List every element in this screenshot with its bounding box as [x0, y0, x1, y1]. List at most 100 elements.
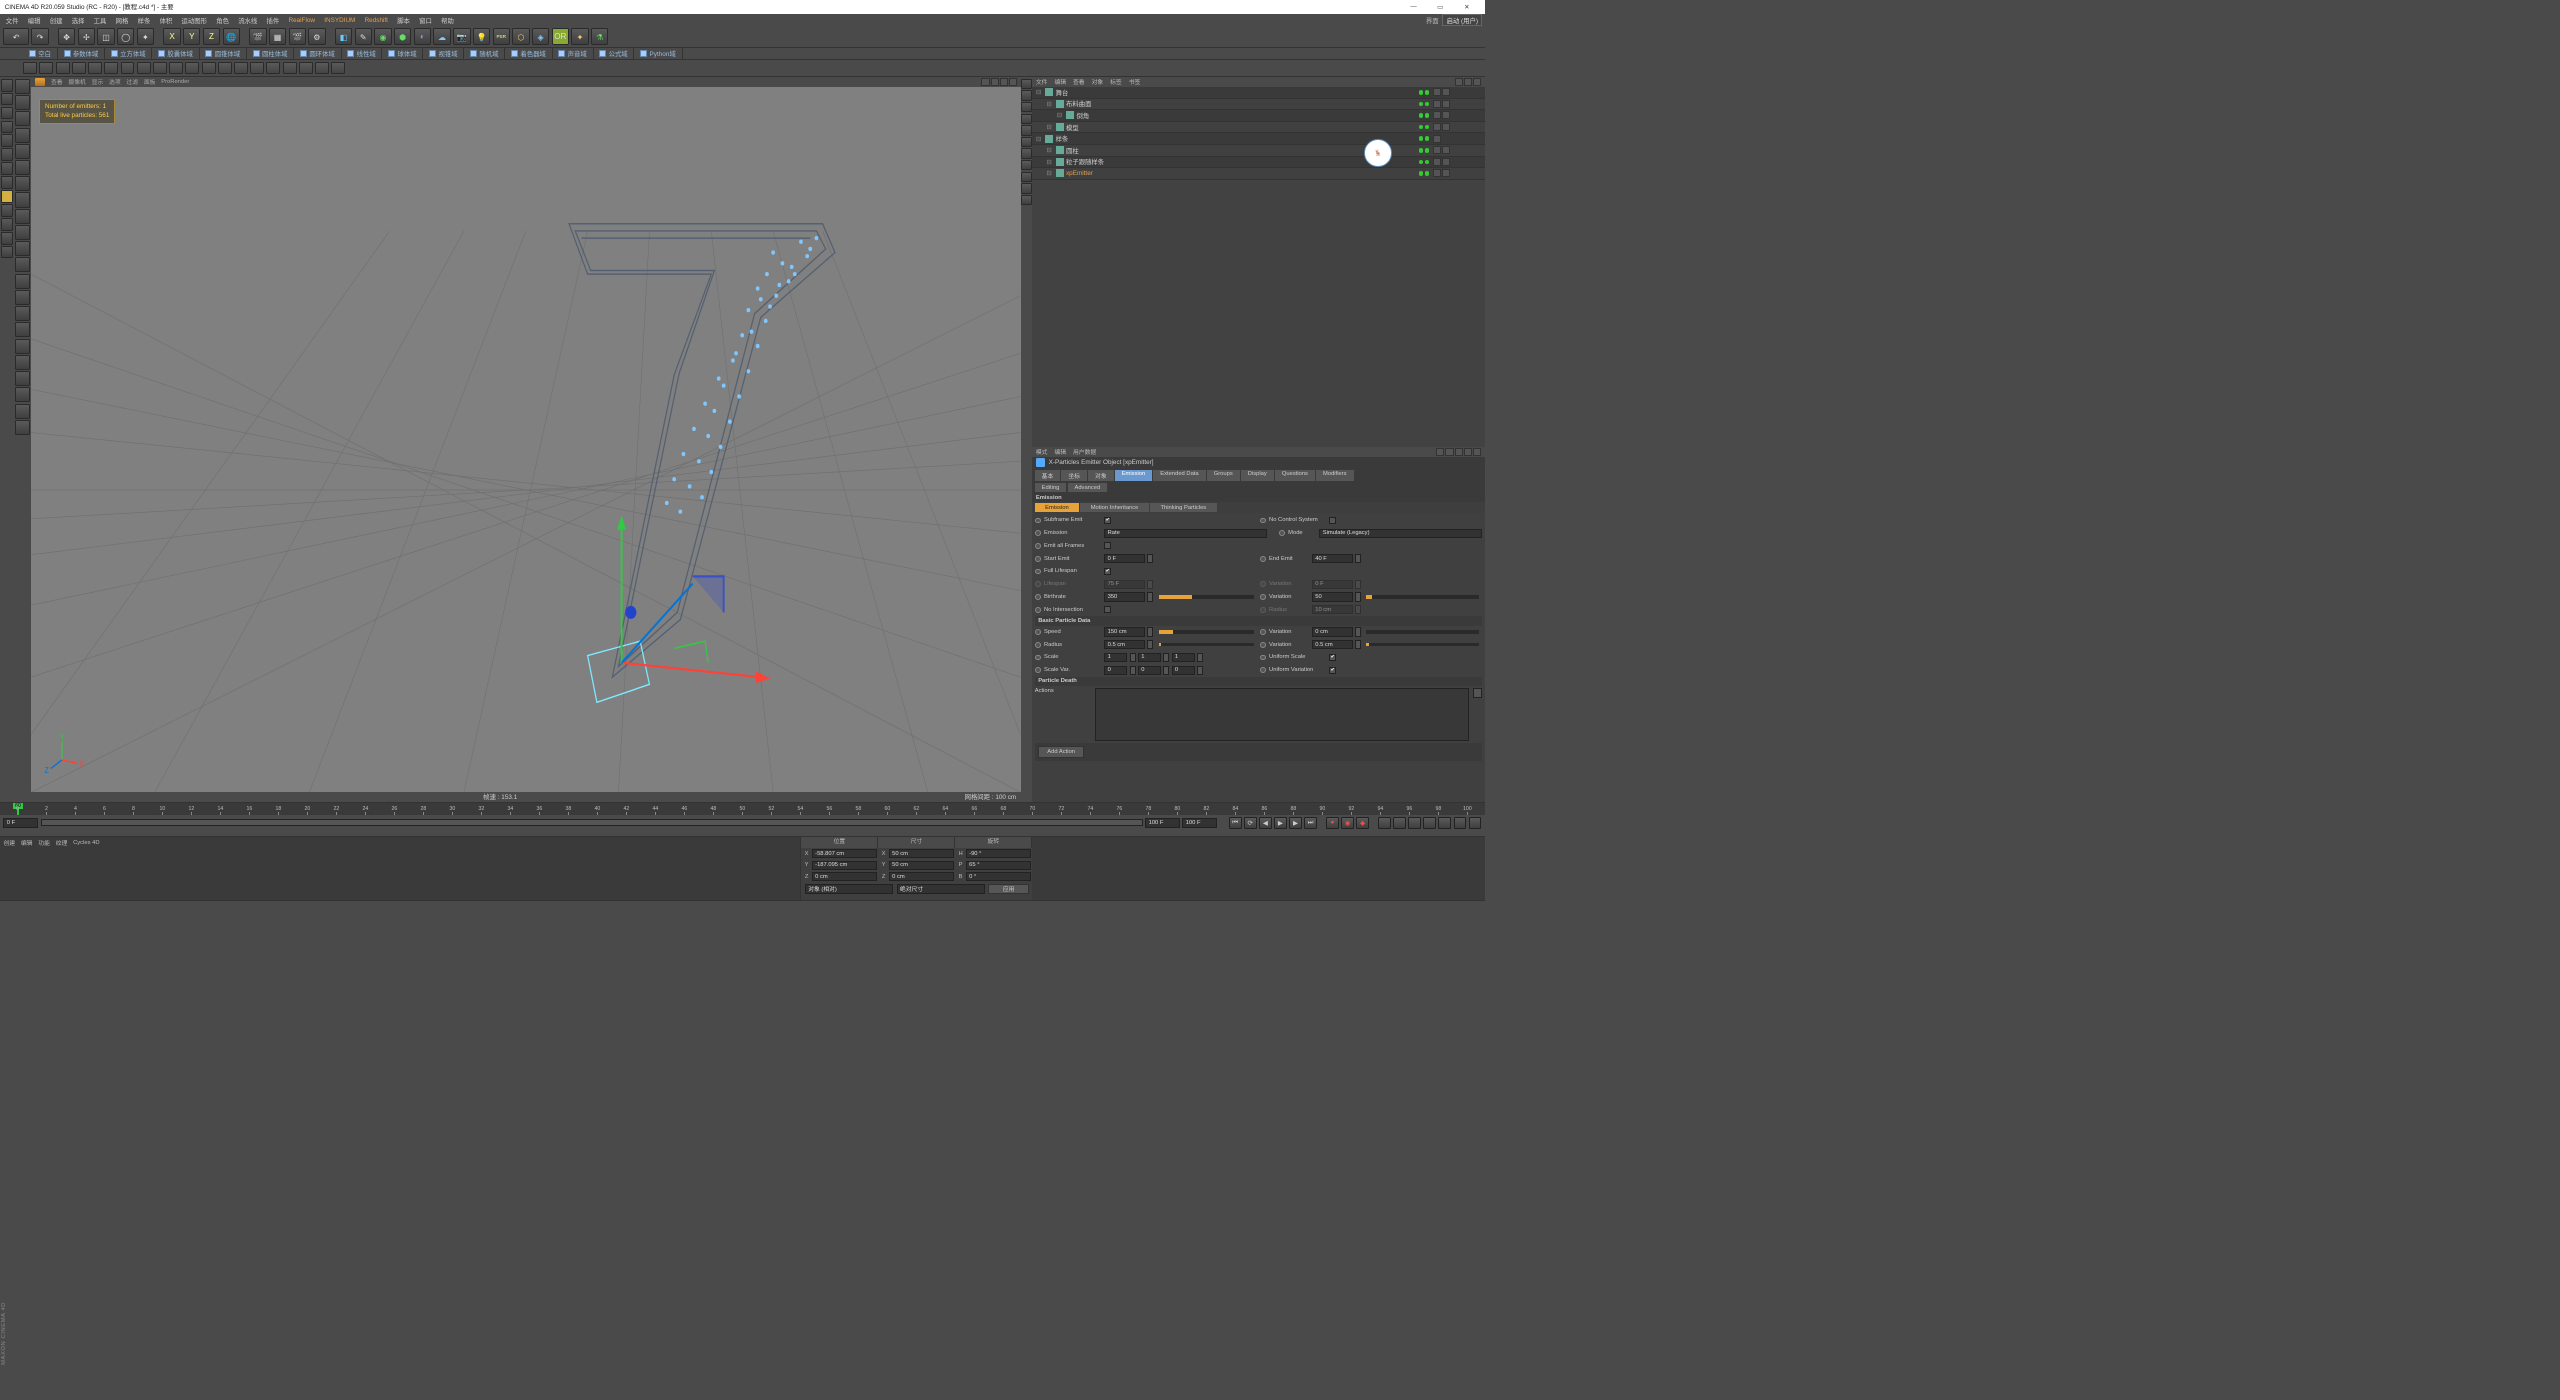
close-button[interactable]: ✕ — [1454, 0, 1481, 14]
sel-mode[interactable]: Simulate (Legacy) — [1319, 529, 1482, 538]
menu-pipeline[interactable]: 流水线 — [235, 15, 261, 26]
pos-z[interactable]: 0 cm — [812, 872, 877, 881]
field-python[interactable]: Python域 — [634, 48, 682, 59]
val-scale-x[interactable]: 1 — [1104, 653, 1127, 662]
attr-menu-userdata[interactable]: 用户数据 — [1073, 447, 1096, 456]
expand-icon[interactable]: ⊟ — [1036, 135, 1043, 143]
object-name[interactable]: 圆柱 — [1066, 146, 1079, 155]
goto-end-button[interactable]: ⏭ — [1304, 817, 1317, 829]
modeling-tool-15[interactable] — [15, 355, 30, 370]
vp-icon-2[interactable] — [991, 78, 999, 86]
xp-btn-16[interactable] — [266, 62, 280, 75]
om-row[interactable]: ⊟圆柱 — [1032, 145, 1484, 157]
modeling-tool-16[interactable] — [15, 371, 30, 386]
spin-scalevar-z[interactable] — [1197, 666, 1203, 675]
mode-point[interactable] — [1, 121, 14, 134]
visibility-render-dot[interactable] — [1425, 171, 1430, 176]
light[interactable]: 💡 — [473, 28, 490, 45]
menu-insydium[interactable]: INSYDIUM — [321, 16, 359, 25]
actions-spinner-icon[interactable] — [1473, 688, 1482, 697]
expand-icon[interactable]: ⊟ — [1036, 88, 1043, 96]
xp-btn-17[interactable] — [283, 62, 297, 75]
spin-speedvar[interactable] — [1355, 627, 1361, 636]
custom-shelf[interactable] — [1, 246, 14, 259]
primitive-cube[interactable]: ◧ — [335, 28, 352, 45]
autokey-button[interactable]: ◉ — [1341, 817, 1354, 829]
snap-toggle[interactable] — [1, 190, 14, 203]
modeling-tool-2[interactable] — [15, 144, 30, 159]
planar-wp[interactable] — [1, 232, 14, 245]
goto-start-button[interactable]: ⏮ — [1229, 817, 1242, 829]
om-menu-obj[interactable]: 对象 — [1092, 77, 1104, 86]
rcol-btn-9[interactable] — [1021, 172, 1031, 182]
xp-btn-7[interactable] — [121, 62, 135, 75]
keyopt-7[interactable] — [1469, 817, 1482, 829]
field-sound[interactable]: 声音域 — [553, 48, 594, 59]
tab-editing[interactable]: Editing — [1035, 483, 1067, 491]
visibility-render-dot[interactable] — [1425, 160, 1430, 165]
modeling-tool[interactable] — [15, 128, 30, 143]
om-path-icon[interactable] — [1473, 78, 1481, 86]
modeling-tool-8[interactable] — [15, 241, 30, 256]
menu-tools[interactable]: 工具 — [90, 15, 110, 26]
pos-x[interactable]: -58.807 cm — [812, 849, 877, 858]
move-tool[interactable]: ✢ — [78, 28, 95, 45]
menu-plugins[interactable]: 插件 — [263, 15, 283, 26]
modeling-tool-4[interactable] — [15, 176, 30, 191]
vp-menu-view[interactable]: 查看 — [51, 77, 63, 86]
move-axis-icon[interactable] — [35, 78, 45, 86]
tab-extdata[interactable]: Extended Data — [1153, 470, 1205, 481]
field-param[interactable]: 参数体域 — [58, 48, 105, 59]
subtab-tp[interactable]: Thinking Particles — [1150, 503, 1217, 511]
xp-btn-1[interactable] — [23, 62, 37, 75]
menu-spline[interactable]: 样条 — [134, 15, 154, 26]
object-name[interactable]: 样条 — [1056, 134, 1069, 143]
mat-menu-edit[interactable]: 编辑 — [21, 838, 33, 847]
om-menu-file[interactable]: 文件 — [1036, 77, 1048, 86]
rot-h[interactable]: -90 ° — [966, 849, 1031, 858]
xp-btn-8[interactable] — [137, 62, 151, 75]
plugin-last[interactable]: ⚗ — [591, 28, 608, 45]
axis-z-toggle[interactable]: Z — [203, 28, 220, 45]
object-name[interactable]: 布料曲面 — [1066, 99, 1091, 108]
spin-startemit[interactable] — [1147, 554, 1153, 563]
size-mode-select[interactable]: 绝对尺寸 — [897, 884, 985, 894]
select-tool[interactable]: ✥ — [58, 28, 75, 45]
actions-list[interactable] — [1095, 688, 1469, 740]
object-name[interactable]: xpEmitter — [1066, 170, 1093, 177]
vp-menu-display[interactable]: 显示 — [92, 77, 104, 86]
spin-scale-y[interactable] — [1163, 653, 1169, 662]
size-y[interactable]: 50 cm — [889, 861, 954, 870]
spin-scalevar-x[interactable] — [1130, 666, 1136, 675]
field-capsule[interactable]: 胶囊体域 — [152, 48, 199, 59]
undo-button[interactable]: ↶ — [3, 28, 29, 45]
field-random[interactable]: 随机域 — [464, 48, 505, 59]
menu-mograph[interactable]: 运动图形 — [178, 15, 210, 26]
attr-menu-edit[interactable]: 编辑 — [1054, 447, 1066, 456]
mode-edge[interactable] — [1, 134, 14, 147]
menu-realflow[interactable]: RealFlow — [285, 16, 318, 25]
xp-btn-4[interactable] — [72, 62, 86, 75]
field-cube[interactable]: 立方体域 — [105, 48, 152, 59]
visibility-render-dot[interactable] — [1425, 113, 1430, 118]
render-region[interactable]: ▦ — [269, 28, 286, 45]
spin-scalevar-y[interactable] — [1163, 666, 1169, 675]
tab-groups[interactable]: Groups — [1207, 470, 1240, 481]
rcol-btn-10[interactable] — [1021, 183, 1031, 193]
val-birthrate[interactable]: 350 — [1104, 592, 1145, 601]
modeling-tool-9[interactable] — [15, 257, 30, 272]
modeling-tool-17[interactable] — [15, 387, 30, 402]
spin-radiusvar[interactable] — [1355, 640, 1361, 649]
visibility-editor-dot[interactable] — [1419, 136, 1424, 141]
visibility-render-dot[interactable] — [1425, 102, 1430, 107]
tag-icon[interactable] — [1433, 158, 1441, 166]
xp-btn-14[interactable] — [234, 62, 248, 75]
xp-btn-2[interactable] — [39, 62, 53, 75]
om-row[interactable]: ⊟布料曲面 — [1032, 99, 1484, 111]
chk-emitall[interactable] — [1104, 542, 1111, 549]
size-x[interactable]: 50 cm — [889, 849, 954, 858]
attr-nav-fwd-icon[interactable] — [1445, 448, 1453, 456]
coord-system[interactable]: 🌐 — [223, 28, 240, 45]
visibility-render-dot[interactable] — [1425, 125, 1430, 130]
subtab-motioninh[interactable]: Motion Inheritance — [1080, 503, 1149, 511]
